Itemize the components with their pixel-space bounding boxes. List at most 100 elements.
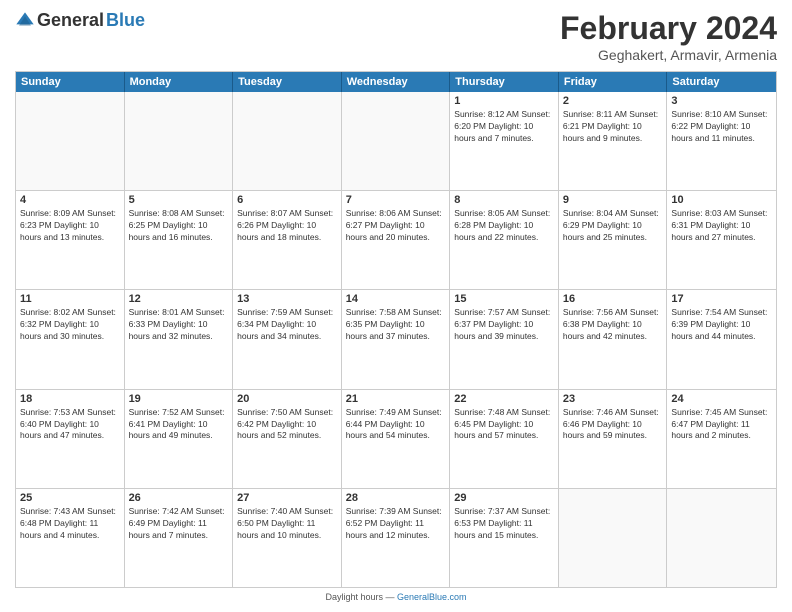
calendar-cell: 4 Sunrise: 8:09 AM Sunset: 6:23 PM Daylig… [16, 191, 125, 289]
day-number: 10 [671, 194, 772, 206]
footer-url[interactable]: GeneralBlue.com [397, 592, 467, 602]
calendar-cell: 5 Sunrise: 8:08 AM Sunset: 6:25 PM Daylig… [125, 191, 234, 289]
day-number: 24 [671, 393, 772, 405]
calendar-cell [342, 92, 451, 190]
calendar-cell: 1 Sunrise: 8:12 AM Sunset: 6:20 PM Daylig… [450, 92, 559, 190]
day-info: Sunrise: 8:08 AM Sunset: 6:25 PM Dayligh… [129, 208, 229, 244]
main-title: February 2024 [560, 10, 777, 47]
calendar-cell: 29 Sunrise: 7:37 AM Sunset: 6:53 PM Dayli… [450, 489, 559, 587]
day-number: 26 [129, 492, 229, 504]
day-number: 17 [671, 293, 772, 305]
calendar-cell: 2 Sunrise: 8:11 AM Sunset: 6:21 PM Daylig… [559, 92, 668, 190]
day-number: 28 [346, 492, 446, 504]
calendar-header-cell: Wednesday [342, 72, 451, 92]
calendar-header-cell: Sunday [16, 72, 125, 92]
logo-text: General Blue [15, 10, 145, 31]
calendar-cell: 16 Sunrise: 7:56 AM Sunset: 6:38 PM Dayli… [559, 290, 668, 388]
calendar-cell: 21 Sunrise: 7:49 AM Sunset: 6:44 PM Dayli… [342, 390, 451, 488]
day-info: Sunrise: 7:59 AM Sunset: 6:34 PM Dayligh… [237, 307, 337, 343]
day-info: Sunrise: 8:01 AM Sunset: 6:33 PM Dayligh… [129, 307, 229, 343]
calendar-header-cell: Thursday [450, 72, 559, 92]
day-number: 29 [454, 492, 554, 504]
calendar-header: SundayMondayTuesdayWednesdayThursdayFrid… [16, 72, 776, 92]
day-info: Sunrise: 7:42 AM Sunset: 6:49 PM Dayligh… [129, 506, 229, 542]
day-info: Sunrise: 8:12 AM Sunset: 6:20 PM Dayligh… [454, 109, 554, 145]
calendar-cell: 12 Sunrise: 8:01 AM Sunset: 6:33 PM Dayli… [125, 290, 234, 388]
footer-text: Daylight hours [325, 592, 383, 602]
calendar-row: 1 Sunrise: 8:12 AM Sunset: 6:20 PM Daylig… [16, 92, 776, 191]
calendar-cell: 18 Sunrise: 7:53 AM Sunset: 6:40 PM Dayli… [16, 390, 125, 488]
day-number: 18 [20, 393, 120, 405]
day-number: 22 [454, 393, 554, 405]
day-number: 7 [346, 194, 446, 206]
day-number: 23 [563, 393, 663, 405]
day-info: Sunrise: 7:37 AM Sunset: 6:53 PM Dayligh… [454, 506, 554, 542]
calendar-cell: 25 Sunrise: 7:43 AM Sunset: 6:48 PM Dayli… [16, 489, 125, 587]
day-info: Sunrise: 7:45 AM Sunset: 6:47 PM Dayligh… [671, 407, 772, 443]
day-info: Sunrise: 8:09 AM Sunset: 6:23 PM Dayligh… [20, 208, 120, 244]
day-number: 14 [346, 293, 446, 305]
subtitle: Geghakert, Armavir, Armenia [560, 47, 777, 63]
page: General Blue February 2024 Geghakert, Ar… [0, 0, 792, 612]
day-number: 19 [129, 393, 229, 405]
calendar-body: 1 Sunrise: 8:12 AM Sunset: 6:20 PM Daylig… [16, 92, 776, 587]
day-number: 16 [563, 293, 663, 305]
calendar-header-cell: Tuesday [233, 72, 342, 92]
calendar-header-cell: Friday [559, 72, 668, 92]
logo-blue: Blue [106, 10, 145, 31]
calendar-cell: 6Sunrise: 8:07 AM Sunset: 6:26 PM Daylig… [233, 191, 342, 289]
day-number: 12 [129, 293, 229, 305]
calendar-cell [559, 489, 668, 587]
calendar-cell [16, 92, 125, 190]
calendar-cell [233, 92, 342, 190]
day-number: 2 [563, 95, 663, 107]
day-info: Sunrise: 7:40 AM Sunset: 6:50 PM Dayligh… [237, 506, 337, 542]
day-number: 25 [20, 492, 120, 504]
calendar-cell [667, 489, 776, 587]
day-info: Sunrise: 7:57 AM Sunset: 6:37 PM Dayligh… [454, 307, 554, 343]
calendar-cell: 3 Sunrise: 8:10 AM Sunset: 6:22 PM Daylig… [667, 92, 776, 190]
day-info: Sunrise: 7:49 AM Sunset: 6:44 PM Dayligh… [346, 407, 446, 443]
calendar-cell: 10Sunrise: 8:03 AM Sunset: 6:31 PM Dayli… [667, 191, 776, 289]
day-info: Sunrise: 7:58 AM Sunset: 6:35 PM Dayligh… [346, 307, 446, 343]
day-number: 20 [237, 393, 337, 405]
day-info: Sunrise: 7:46 AM Sunset: 6:46 PM Dayligh… [563, 407, 663, 443]
calendar-cell: 7Sunrise: 8:06 AM Sunset: 6:27 PM Daylig… [342, 191, 451, 289]
day-info: Sunrise: 8:10 AM Sunset: 6:22 PM Dayligh… [671, 109, 772, 145]
calendar-cell: 17Sunrise: 7:54 AM Sunset: 6:39 PM Dayli… [667, 290, 776, 388]
calendar-cell: 13 Sunrise: 7:59 AM Sunset: 6:34 PM Dayli… [233, 290, 342, 388]
day-info: Sunrise: 8:05 AM Sunset: 6:28 PM Dayligh… [454, 208, 554, 244]
day-number: 9 [563, 194, 663, 206]
day-info: Sunrise: 7:53 AM Sunset: 6:40 PM Dayligh… [20, 407, 120, 443]
calendar-cell: 27Sunrise: 7:40 AM Sunset: 6:50 PM Dayli… [233, 489, 342, 587]
title-section: February 2024 Geghakert, Armavir, Armeni… [560, 10, 777, 63]
day-number: 1 [454, 95, 554, 107]
day-info: Sunrise: 8:11 AM Sunset: 6:21 PM Dayligh… [563, 109, 663, 145]
day-info: Sunrise: 7:56 AM Sunset: 6:38 PM Dayligh… [563, 307, 663, 343]
day-number: 4 [20, 194, 120, 206]
calendar-row: 11Sunrise: 8:02 AM Sunset: 6:32 PM Dayli… [16, 290, 776, 389]
day-info: Sunrise: 8:04 AM Sunset: 6:29 PM Dayligh… [563, 208, 663, 244]
day-number: 5 [129, 194, 229, 206]
calendar-row: 25 Sunrise: 7:43 AM Sunset: 6:48 PM Dayli… [16, 489, 776, 587]
day-info: Sunrise: 7:52 AM Sunset: 6:41 PM Dayligh… [129, 407, 229, 443]
day-info: Sunrise: 7:43 AM Sunset: 6:48 PM Dayligh… [20, 506, 120, 542]
logo: General Blue [15, 10, 145, 31]
day-number: 15 [454, 293, 554, 305]
footer: Daylight hours — GeneralBlue.com [15, 592, 777, 602]
day-number: 8 [454, 194, 554, 206]
calendar-cell: 22 Sunrise: 7:48 AM Sunset: 6:45 PM Dayli… [450, 390, 559, 488]
day-number: 3 [671, 95, 772, 107]
calendar-cell: 23 Sunrise: 7:46 AM Sunset: 6:46 PM Dayli… [559, 390, 668, 488]
calendar-header-cell: Saturday [667, 72, 776, 92]
logo-icon [15, 11, 35, 31]
day-info: Sunrise: 7:48 AM Sunset: 6:45 PM Dayligh… [454, 407, 554, 443]
header: General Blue February 2024 Geghakert, Ar… [15, 10, 777, 63]
calendar-row: 4 Sunrise: 8:09 AM Sunset: 6:23 PM Daylig… [16, 191, 776, 290]
day-number: 11 [20, 293, 120, 305]
logo-general: General [37, 10, 104, 31]
day-number: 13 [237, 293, 337, 305]
calendar-cell: 8 Sunrise: 8:05 AM Sunset: 6:28 PM Daylig… [450, 191, 559, 289]
day-number: 21 [346, 393, 446, 405]
calendar-cell: 26 Sunrise: 7:42 AM Sunset: 6:49 PM Dayli… [125, 489, 234, 587]
